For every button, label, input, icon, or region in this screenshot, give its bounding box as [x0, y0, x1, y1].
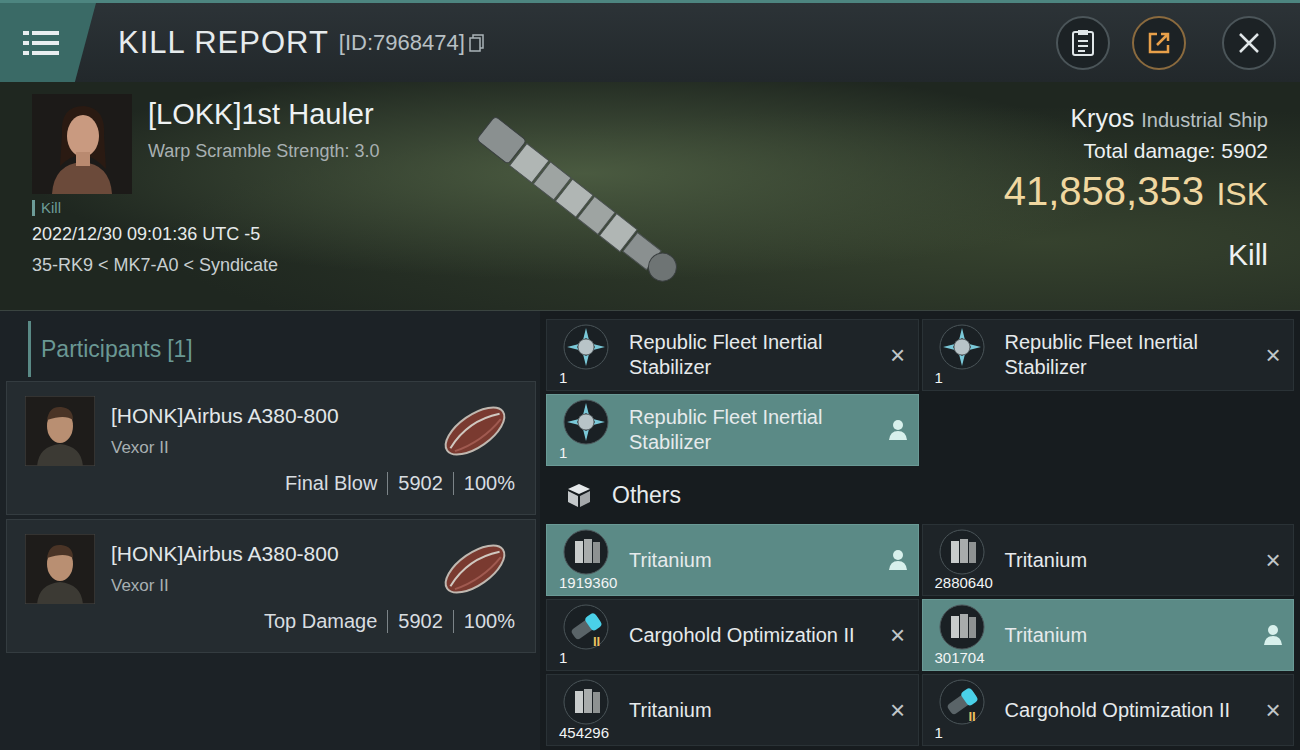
item-name: Tritanium	[1005, 544, 1254, 577]
pilot-ship: Vexor II	[111, 438, 435, 458]
menu-icon	[21, 28, 61, 58]
item-name: Republic Fleet Inertial Stabilizer	[629, 401, 878, 459]
item-quantity: 1	[935, 725, 943, 741]
ship-class: Industrial Ship	[1141, 109, 1268, 131]
tritanium-icon	[939, 529, 985, 575]
items-panel: 1 Republic Fleet Inertial Stabilizer × 1 Rep…	[540, 311, 1300, 750]
menu-button[interactable]	[0, 3, 96, 82]
pilot-portrait-icon	[25, 534, 95, 604]
warp-scramble: Warp Scramble Strength: 3.0	[148, 141, 379, 162]
kill-time: 2022/12/30 09:01:36 UTC -5	[32, 224, 470, 245]
close-icon	[1236, 30, 1262, 56]
pilot-ship: Vexor II	[111, 576, 435, 596]
item-cell[interactable]: 2880640 Tritanium ×	[922, 524, 1295, 596]
destroyed-mark: ×	[890, 620, 905, 651]
tritanium-icon	[563, 529, 609, 575]
dropped-person-icon	[888, 549, 908, 571]
item-name: Tritanium	[629, 694, 878, 727]
rig-icon	[563, 604, 609, 650]
dropped-person-icon	[888, 419, 908, 441]
item-name: Tritanium	[629, 544, 878, 577]
module-icon	[939, 324, 985, 370]
module-icon	[563, 324, 609, 370]
participant-stats: Top Damage5902100%	[25, 610, 515, 633]
tech-badge: II	[969, 709, 976, 724]
participant-stats: Final Blow5902100%	[25, 472, 515, 495]
title-bar: KILL REPORT [ID:7968474]	[0, 0, 1300, 82]
destroyed-mark: ×	[1265, 695, 1280, 726]
item-name: Cargohold Optimization II	[1005, 694, 1254, 727]
kill-value: 41,858,353 ISK	[1004, 169, 1268, 214]
item-cell[interactable]: 301704 Tritanium	[922, 599, 1295, 671]
item-cell[interactable]: 1919360 Tritanium	[546, 524, 919, 596]
dropped-person-icon	[1263, 624, 1283, 646]
participant-card[interactable]: [HONK]Airbus A380-800 Vexor II Final Blow5…	[6, 381, 536, 515]
item-quantity: 1	[559, 370, 567, 386]
close-button[interactable]	[1222, 16, 1276, 70]
vexor-ship-icon	[435, 396, 515, 466]
cargo-box-icon	[566, 482, 592, 508]
participants-header: Participants [1]	[28, 321, 536, 377]
total-damage: Total damage: 5902	[1084, 139, 1268, 163]
kill-report-screen: KILL REPORT [ID:7968474] [LOKK]1st Hauler W…	[0, 0, 1300, 750]
pilot-portrait-icon	[25, 396, 95, 466]
victim-name: [LOKK]1st Hauler	[148, 98, 379, 131]
participants-panel: Participants [1] [HONK]Airbus A380-800 Vex…	[0, 311, 540, 750]
pilot-name: [HONK]Airbus A380-800	[111, 404, 435, 428]
kill-result: Kill	[1228, 238, 1268, 272]
ship-name: Kryos	[1070, 104, 1134, 132]
tritanium-icon	[563, 679, 609, 725]
victim-info: [LOKK]1st Hauler Warp Scramble Strength: …	[0, 82, 470, 310]
others-header: Others	[546, 466, 1294, 524]
item-quantity: 1919360	[559, 575, 617, 591]
destroyed-mark: ×	[1265, 340, 1280, 371]
copy-icon[interactable]	[469, 34, 485, 52]
item-quantity: 301704	[935, 650, 985, 666]
item-name: Republic Fleet Inertial Stabilizer	[1005, 326, 1254, 384]
item-cell[interactable]: 454296 Tritanium ×	[546, 674, 919, 746]
item-cell[interactable]: 1 Republic Fleet Inertial Stabilizer ×	[922, 319, 1295, 391]
report-id: [ID:7968474]	[339, 30, 465, 56]
item-quantity: 1	[935, 370, 943, 386]
item-cell[interactable]: 1 Republic Fleet Inertial Stabilizer	[546, 394, 919, 466]
share-icon	[1145, 29, 1173, 57]
item-name: Cargohold Optimization II	[629, 619, 878, 652]
item-cell[interactable]: II 1 Cargohold Optimization II ×	[922, 674, 1295, 746]
participant-card[interactable]: [HONK]Airbus A380-800 Vexor II Top Damage5…	[6, 519, 536, 653]
destroyed-mark: ×	[890, 695, 905, 726]
item-name: Tritanium	[1005, 619, 1254, 652]
destroyed-mark: ×	[1265, 545, 1280, 576]
item-quantity: 454296	[559, 725, 609, 741]
tritanium-icon	[939, 604, 985, 650]
vexor-ship-icon	[435, 534, 515, 604]
module-icon	[563, 399, 609, 445]
item-cell[interactable]: II 1 Cargohold Optimization II ×	[546, 599, 919, 671]
victim-portrait-icon[interactable]	[32, 94, 132, 194]
ship-icon	[475, 86, 735, 306]
tech-badge: II	[593, 634, 600, 649]
item-quantity: 2880640	[935, 575, 993, 591]
window-title: KILL REPORT	[118, 25, 329, 61]
ship-info: Kryos Industrial Ship Total damage: 5902 4…	[740, 82, 1300, 310]
item-quantity: 1	[559, 445, 567, 461]
kill-location[interactable]: 35-RK9 < MK7-A0 < Syndicate	[32, 255, 470, 276]
clipboard-icon	[1071, 29, 1095, 57]
item-name: Republic Fleet Inertial Stabilizer	[629, 326, 878, 384]
rig-icon	[939, 679, 985, 725]
pilot-name: [HONK]Airbus A380-800	[111, 542, 435, 566]
kill-tag: Kill	[32, 200, 61, 216]
victim-banner: [LOKK]1st Hauler Warp Scramble Strength: …	[0, 82, 1300, 311]
item-quantity: 1	[559, 650, 567, 666]
share-button[interactable]	[1132, 16, 1186, 70]
item-cell[interactable]: 1 Republic Fleet Inertial Stabilizer ×	[546, 319, 919, 391]
destroyed-mark: ×	[890, 340, 905, 371]
report-button[interactable]	[1056, 16, 1110, 70]
